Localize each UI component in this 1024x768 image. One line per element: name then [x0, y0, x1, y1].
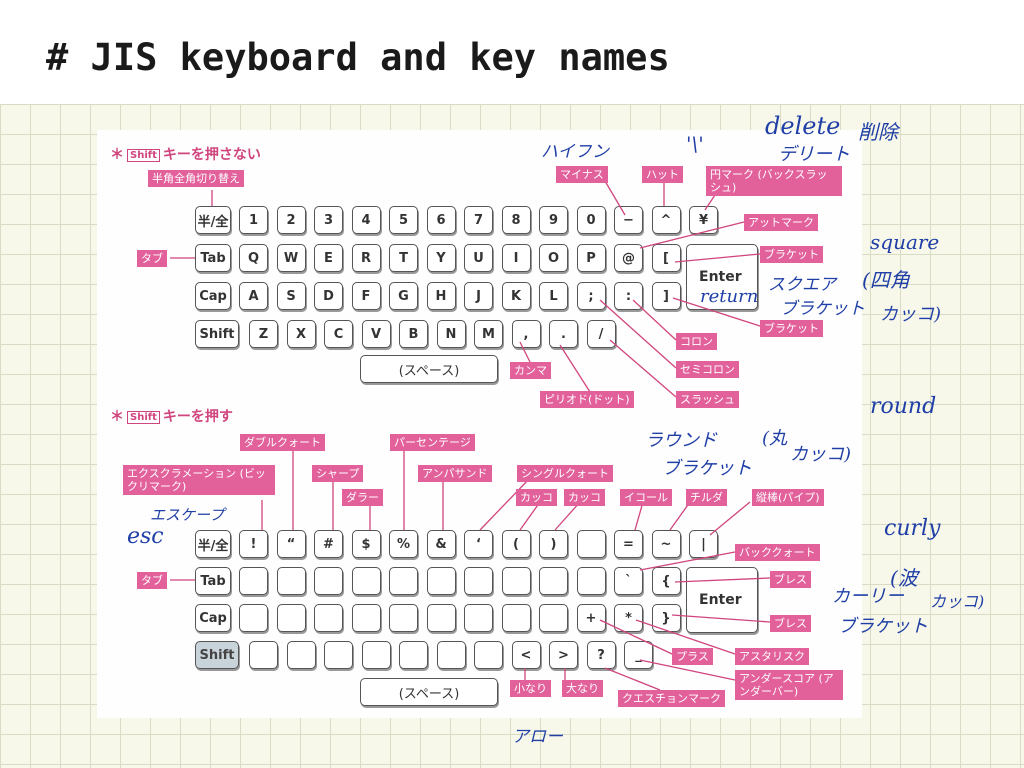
label-asterisk: アスタリスク [735, 648, 809, 665]
label-hat: ハット [642, 166, 683, 183]
label-dollar: ダラー [342, 489, 383, 506]
note-round-bracket: ブラケット [662, 458, 752, 479]
label-bracket-close: ブラケット [760, 320, 823, 337]
note-delete-kana: デリート [778, 144, 850, 165]
label-minus: マイナス [556, 166, 608, 183]
label-less: 小なり [510, 680, 551, 697]
label-slash: スラッシュ [676, 391, 739, 408]
note-round: round [870, 394, 937, 419]
label-hankaku-switch: 半角全角切り替え [148, 170, 244, 187]
label-pipe: 縦棒(パイプ) [752, 489, 824, 506]
note-shikaku: (四角 [862, 268, 910, 292]
label-colon: コロン [676, 333, 717, 350]
label-paren-close: カッコ [564, 489, 605, 506]
label-exclamation: エクスクラメーション (ビックリマーク) [123, 465, 275, 495]
note-curly: curly [884, 516, 941, 541]
label-single-quote: シングルクォート [517, 465, 613, 482]
note-square: square [870, 230, 940, 254]
note-nami: (波 [890, 566, 918, 590]
label-backquote: バッククォート [735, 544, 820, 561]
note-curly-bracket: ブラケット [838, 616, 928, 637]
note-square-bracket: スクエア [768, 275, 836, 295]
label-bracket-open: ブラケット [760, 246, 823, 263]
note-quote-mark: '\' [686, 132, 704, 156]
note-sakujo: 削除 [858, 120, 898, 144]
label-brace-open: ブレス [770, 571, 811, 588]
label-tilde: チルダ [686, 489, 727, 506]
label-underscore: アンダースコア (アンダーバー) [735, 670, 843, 700]
note-kakko-3: カッコ) [930, 592, 985, 611]
note-kakko-2: カッコ) [790, 444, 852, 465]
label-tab-shift: タブ [137, 572, 167, 589]
note-hyphen: ハイフン [541, 142, 609, 162]
label-question: クエスチョンマーク [618, 690, 725, 707]
label-atmark: アットマーク [744, 214, 818, 231]
label-plus: プラス [672, 648, 713, 665]
note-escape-kana: エスケープ [150, 506, 225, 524]
label-equal: イコール [620, 489, 672, 506]
note-delete: delete [765, 112, 841, 140]
label-ampersand: アンパサンド [418, 465, 492, 482]
label-semicolon: セミコロン [676, 361, 739, 378]
note-maru: (丸 [762, 428, 788, 449]
label-period: ピリオド(ドット) [540, 391, 634, 408]
label-yen: 円マーク (バックスラッシュ) [706, 166, 842, 196]
label-tab: タブ [137, 250, 167, 267]
label-comma: カンマ [510, 362, 551, 379]
note-return: return [700, 286, 759, 307]
note-arrow: アロー [512, 727, 563, 747]
label-brace-close: ブレス [770, 615, 811, 632]
label-paren-open: カッコ [516, 489, 557, 506]
note-kakko-1: カッコ) [880, 304, 942, 325]
note-esc: esc [127, 524, 164, 549]
label-double-quote: ダブルクォート [240, 434, 325, 451]
label-percent: パーセンテージ [390, 434, 475, 451]
label-greater: 大なり [562, 680, 603, 697]
note-round-kana: ラウンド [645, 430, 717, 451]
note-bracket-kana: ブラケット [780, 299, 865, 319]
label-sharp: シャープ [312, 465, 364, 482]
